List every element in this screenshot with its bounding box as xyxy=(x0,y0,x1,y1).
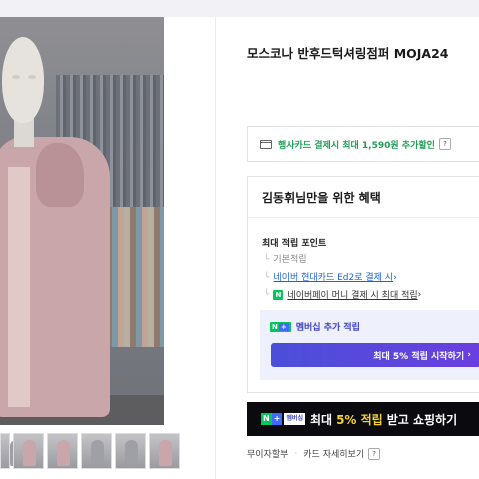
top-band xyxy=(0,0,479,17)
help-icon[interactable]: ? xyxy=(368,447,381,460)
banner-text-after: 받고 쇼핑하기 xyxy=(386,412,458,427)
start-membership-label: 최대 5% 적립 시작하기 xyxy=(373,351,465,362)
installment-row: 무이자할부 · 카드 자세히보기 ? xyxy=(247,447,381,460)
card-details-link[interactable]: 카드 자세히보기 xyxy=(303,447,364,460)
column-divider xyxy=(215,17,216,479)
benefit-heading: 김동휘님만을 위한 혜택 xyxy=(262,191,381,205)
basic-points-label: 기본적립 xyxy=(273,255,307,265)
thumbnail[interactable] xyxy=(13,433,44,469)
tree-branch-icon: └ xyxy=(264,255,270,265)
membership-badge-text: 멤버십 xyxy=(284,413,305,425)
npay-money-row[interactable]: └ N 네이버페이 머니 결제 시 최대 적립 › xyxy=(264,288,421,301)
benefit-panel: 김동휘님만을 위한 혜택 최대 적립 포인트 └ 기본적립 └ 네이버 현대카드 E… xyxy=(247,176,479,393)
help-icon[interactable]: ? xyxy=(438,138,451,150)
banner-text-before: 최대 xyxy=(309,412,333,427)
max-points-title: 최대 적립 포인트 xyxy=(262,239,327,249)
card-discount-bar[interactable]: 행사카드 결제시 최대 1,590원 추가할인 ? xyxy=(247,126,479,162)
thumbnail[interactable] xyxy=(0,433,23,469)
basic-points-row: └ 기본적립 xyxy=(264,252,307,265)
installment-label: 무이자할부 xyxy=(247,450,289,460)
thumbnail[interactable] xyxy=(47,433,78,469)
hyundai-card-row[interactable]: └ 네이버 현대카드 Ed2로 결제 시› xyxy=(264,270,397,283)
product-title: 모스코나 반후드턱셔링점퍼 MOJA24 xyxy=(247,46,449,61)
npay-money-link[interactable]: 네이버페이 머니 결제 시 최대 적립 xyxy=(287,288,417,301)
hyundai-card-link[interactable]: 네이버 현대카드 Ed2로 결제 시 xyxy=(273,273,393,283)
thumbnail-strip xyxy=(0,433,180,469)
thumbnail[interactable] xyxy=(115,433,146,469)
chevron-right-icon: › xyxy=(417,289,422,300)
start-membership-button[interactable]: 최대 5% 적립 시작하기 › xyxy=(271,343,479,367)
tree-branch-icon: └ xyxy=(264,289,270,300)
card-discount-text: 행사카드 결제시 최대 1,590원 추가할인 xyxy=(278,140,435,151)
naver-n-icon: N xyxy=(261,413,272,425)
thumbnail[interactable] xyxy=(81,433,112,469)
naver-plus-icon: N + xyxy=(270,321,291,332)
banner-highlight: 5% 적립 xyxy=(336,412,383,427)
separator: · xyxy=(294,448,298,459)
tree-branch-icon: └ xyxy=(264,273,270,283)
credit-card-icon xyxy=(260,139,272,149)
membership-label: 멤버십 추가 적립 xyxy=(295,323,360,333)
naverpay-icon: N xyxy=(273,289,284,300)
chevron-right-icon: › xyxy=(393,273,397,283)
membership-promo-banner[interactable]: N + 멤버십 최대 5% 적립 받고 쇼핑하기 xyxy=(247,402,479,436)
thumbnail[interactable] xyxy=(149,433,180,469)
product-main-image[interactable] xyxy=(0,17,164,425)
naver-plus-membership-badge: N + 멤버십 xyxy=(261,413,305,425)
divider xyxy=(248,217,479,218)
plus-icon: + xyxy=(271,413,283,425)
membership-box: N + 멤버십 추가 적립 최대 5% 적립 시작하기 › xyxy=(260,310,479,380)
membership-label-row: N + 멤버십 추가 적립 xyxy=(270,320,360,333)
chevron-right-icon: › xyxy=(467,350,471,360)
